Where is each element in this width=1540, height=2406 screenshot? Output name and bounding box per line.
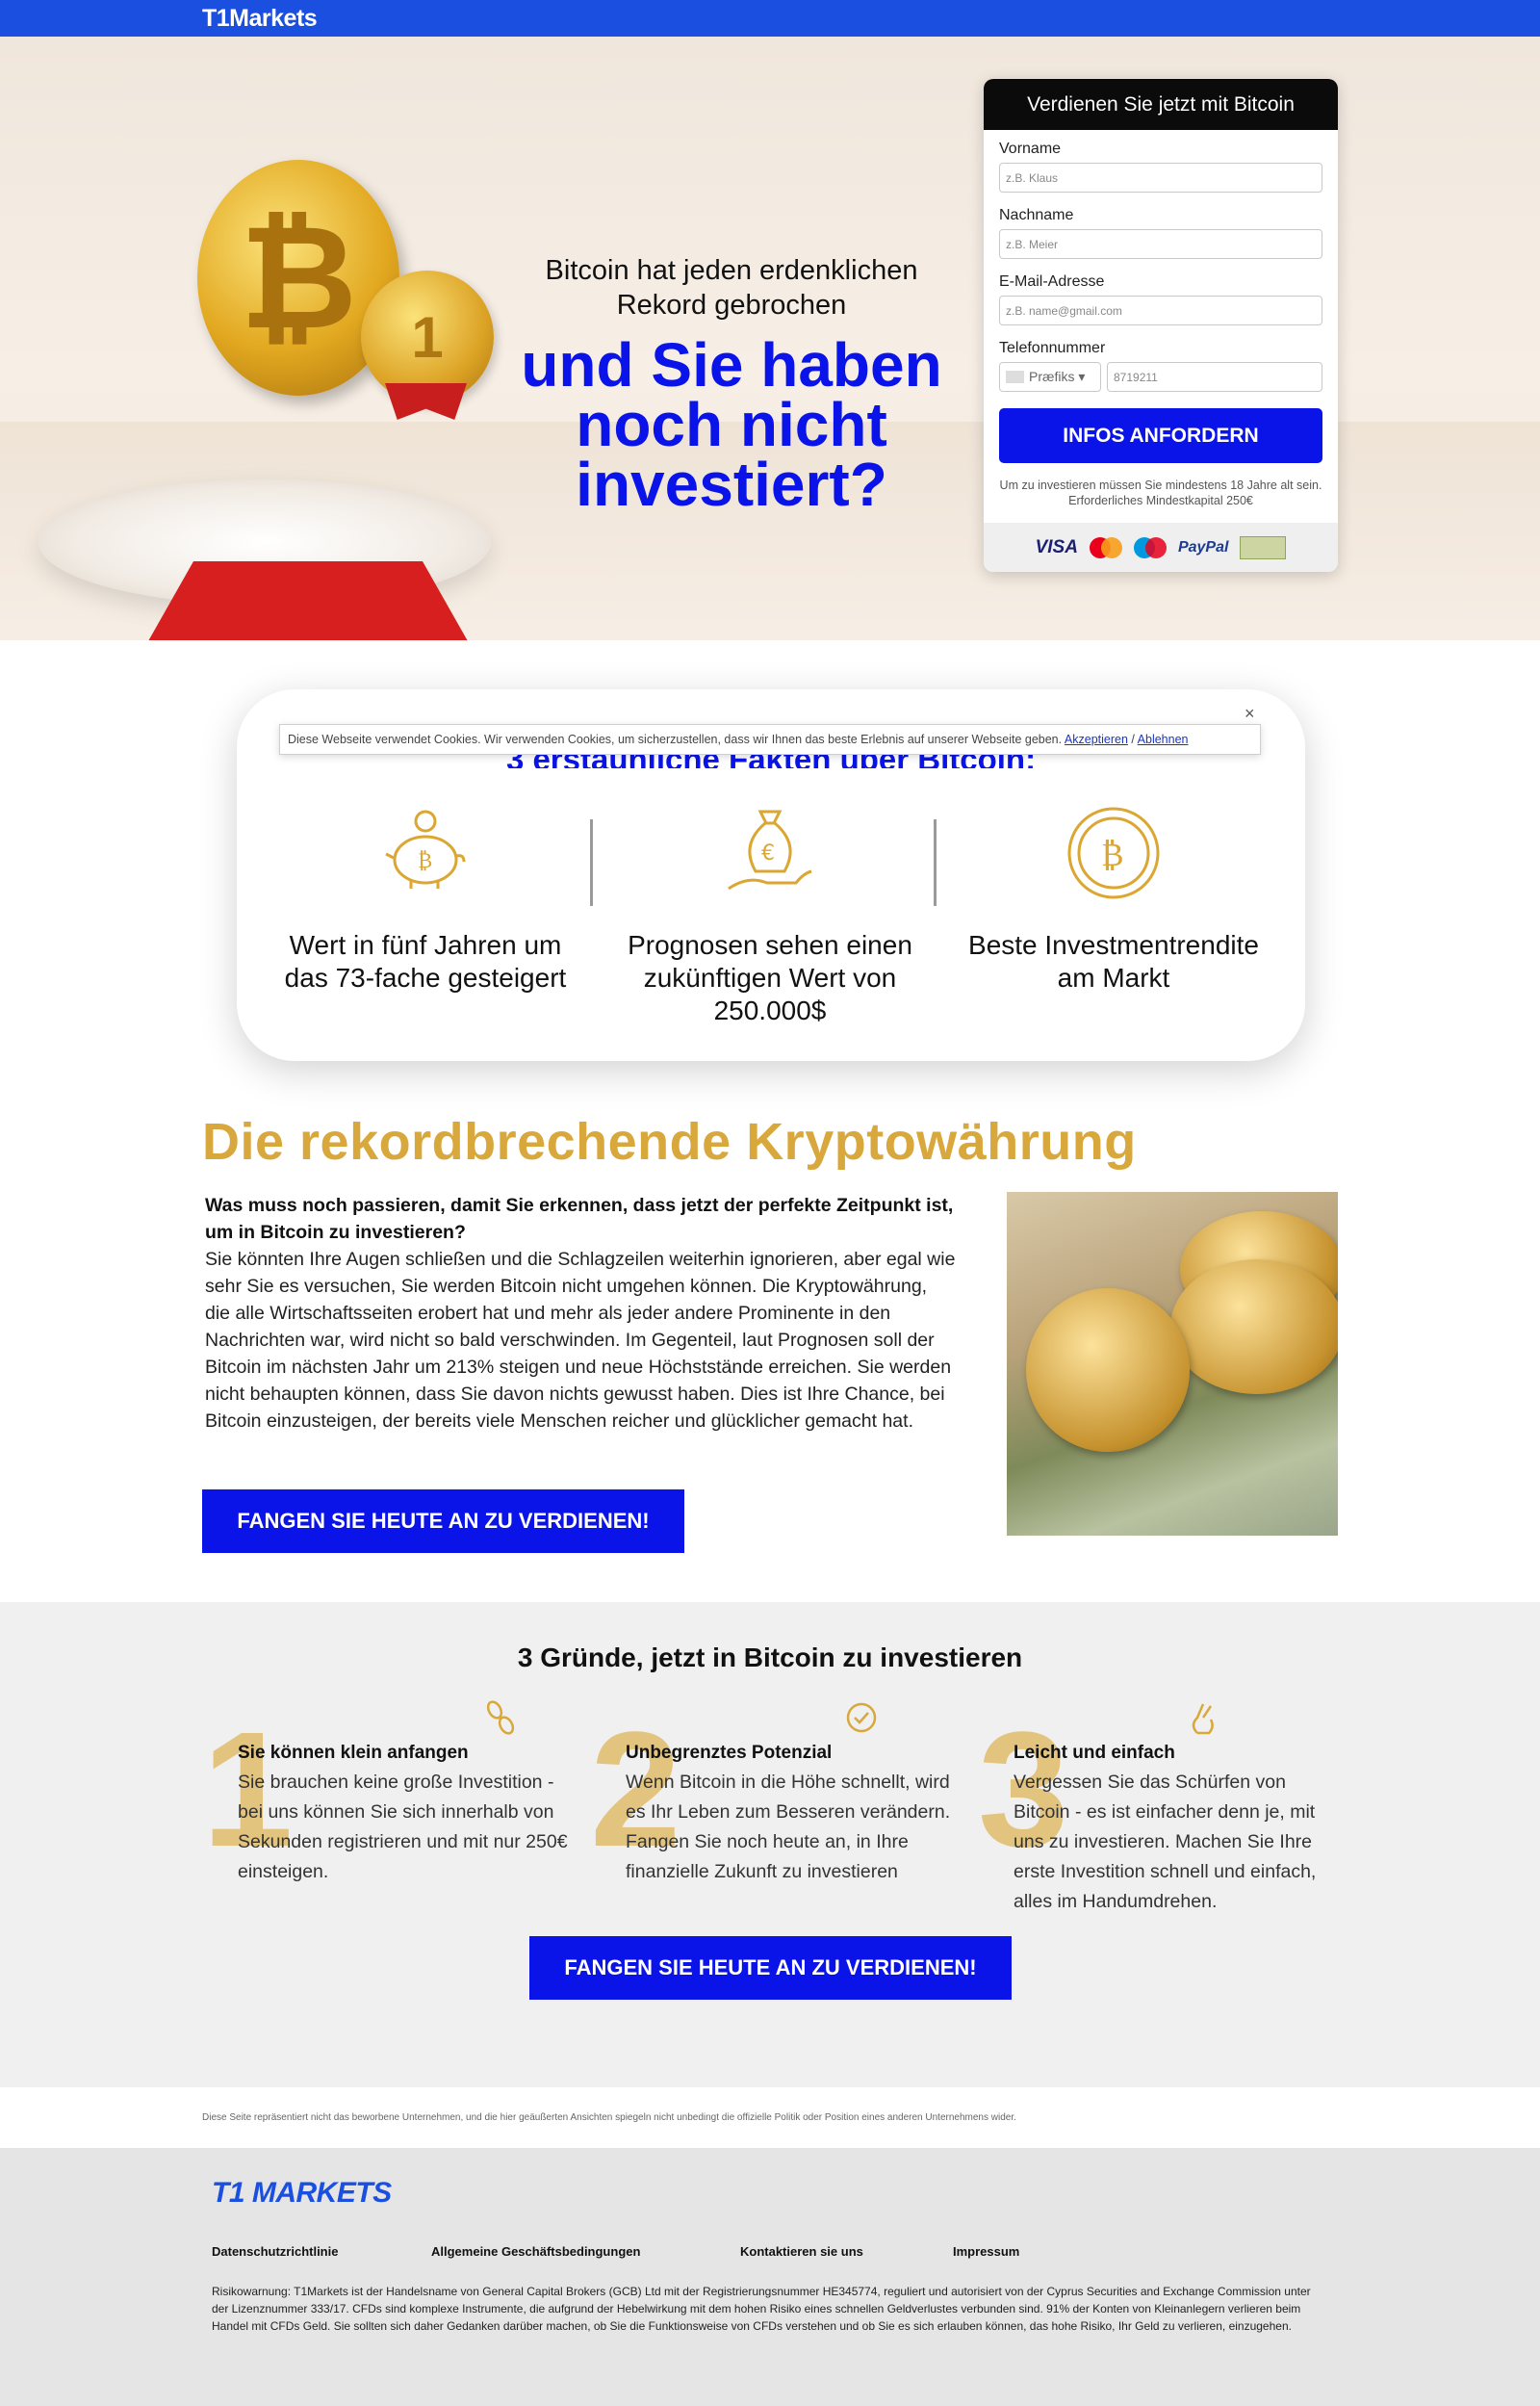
svg-text:₿: ₿ (1101, 836, 1124, 874)
reason-text: Vergessen Sie das Schürfen von Bitcoin -… (1014, 1772, 1317, 1912)
record-section-title: Die rekordbrechende Kryptowährung (202, 1113, 1137, 1171)
paypal-icon: PayPal (1177, 538, 1229, 556)
form-title: Verdienen Sie jetzt mit Bitcoin (984, 79, 1338, 130)
reason-item: 2 Unbegrenztes Potenzial Wenn Bitcoin in… (590, 1698, 956, 1920)
svg-text:₿: ₿ (418, 849, 432, 873)
footer-link-imprint[interactable]: Impressum (953, 2244, 1019, 2259)
medal-number: 1 (411, 304, 444, 370)
flag-icon (1006, 371, 1024, 383)
cta-button-start-earning[interactable]: FANGEN SIE HEUTE AN ZU VERDIENEN! (202, 1489, 684, 1553)
cookie-separator: / (1127, 733, 1138, 746)
request-info-button[interactable]: INFOS ANFORDERN (999, 408, 1322, 463)
footer-link-contact[interactable]: Kontaktieren sie uns (740, 2244, 863, 2259)
fact-item: ₿ Beste Investmentrendite am Markt (955, 800, 1272, 995)
fact-text: Wert in fünf Jahren um das 73-fache gest… (284, 930, 567, 993)
cookie-accept-link[interactable]: Akzeptieren (1065, 733, 1128, 746)
phone-input[interactable]: 8719211 (1107, 362, 1322, 392)
payment-methods: VISA PayPal (984, 523, 1338, 572)
reasons-title: 3 Gründe, jetzt in Bitcoin zu investiere… (517, 1643, 1023, 1672)
close-icon[interactable]: × (1245, 704, 1255, 724)
first-name-label: Vorname (999, 141, 1062, 157)
cookie-banner: Diese Webseite verwendet Cookies. Wir ve… (279, 724, 1261, 755)
fact-item: € Prognosen sehen einen zukünftigen Wert… (611, 800, 929, 1027)
bitcoin-coins-photo (1007, 1192, 1338, 1536)
phone-label: Telefonnummer (999, 340, 1106, 356)
cookie-decline-link[interactable]: Ablehnen (1138, 733, 1189, 746)
reason-text: Wenn Bitcoin in die Höhe schnellt, wird … (626, 1772, 951, 1882)
top-bar: T1Markets (0, 0, 1540, 37)
email-label: E-Mail-Adresse (999, 273, 1105, 290)
hero-headline: und Sie haben noch nicht investiert? (521, 330, 942, 519)
fact-text: Beste Investmentrendite am Markt (968, 930, 1259, 993)
footer-logo[interactable]: T1 MARKETS (212, 2177, 392, 2210)
footer: T1 MARKETS Datenschutzrichtlinie Allgeme… (0, 2148, 1540, 2406)
maestro-icon (1133, 536, 1167, 558)
record-question: Was muss noch passieren, damit Sie erken… (205, 1195, 954, 1243)
footer-link-terms[interactable]: Allgemeine Geschäftsbedingungen (431, 2244, 640, 2259)
record-body-text: Sie könnten Ihre Augen schließen und die… (205, 1249, 956, 1432)
reason-text: Sie brauchen keine große Investition - b… (238, 1772, 568, 1882)
coins-icon (481, 1698, 520, 1737)
email-input[interactable]: z.B. name@gmail.com (999, 296, 1322, 325)
reason-heading: Sie können klein anfangen (238, 1743, 469, 1763)
form-disclaimer: Um zu investieren müssen Sie mindestens … (999, 479, 1322, 507)
fact-divider (590, 819, 593, 906)
visa-icon: VISA (1035, 536, 1078, 557)
mastercard-icon (1089, 536, 1122, 558)
prefix-label: Præfiks ▾ (1029, 369, 1086, 384)
fact-divider (934, 819, 937, 906)
risk-warning: Risikowarnung: T1Markets ist der Handels… (212, 2285, 1311, 2333)
last-name-input[interactable]: z.B. Meier (999, 229, 1322, 259)
last-name-label: Nachname (999, 207, 1074, 223)
brand-logo[interactable]: T1Markets (202, 5, 318, 33)
reason-item: 3 Leicht und einfach Vergessen Sie das S… (978, 1698, 1344, 1920)
fact-item: ₿ Wert in fünf Jahren um das 73-fache ge… (267, 800, 584, 995)
fact-text: Prognosen sehen einen zukünftigen Wert v… (628, 930, 912, 1025)
fingers-crossed-icon (1184, 1698, 1222, 1737)
signup-form: Verdienen Sie jetzt mit Bitcoin Vorname … (984, 79, 1338, 572)
medal-ribbon-image (385, 383, 467, 420)
footer-link-privacy[interactable]: Datenschutzrichtlinie (212, 2244, 338, 2259)
reason-heading: Leicht und einfach (1014, 1743, 1175, 1763)
money-bag-hand-icon: € (717, 800, 823, 906)
cookie-text: Diese Webseite verwendet Cookies. Wir ve… (288, 733, 1065, 746)
cta-button-start-earning[interactable]: FANGEN SIE HEUTE AN ZU VERDIENEN! (529, 1936, 1012, 2000)
red-carpet-image (144, 561, 472, 640)
affiliation-note: Diese Seite repräsentiert nicht das bewo… (202, 2112, 1016, 2123)
bitcoin-coin-icon: ₿ (1061, 800, 1167, 906)
svg-text:€: € (761, 841, 775, 866)
first-name-input[interactable]: z.B. Klaus (999, 163, 1322, 193)
reason-heading: Unbegrenztes Potenzial (626, 1743, 833, 1763)
hero-subline: Bitcoin hat jeden erdenklichen Rekord ge… (545, 255, 918, 321)
phone-prefix-select[interactable]: Præfiks ▾ (999, 362, 1101, 392)
piggy-bank-bitcoin-icon: ₿ (372, 800, 478, 906)
reasons-section: 3 Gründe, jetzt in Bitcoin zu investiere… (0, 1602, 1540, 2087)
reason-item: 1 Sie können klein anfangen Sie brauchen… (202, 1698, 568, 1920)
bank-transfer-icon (1240, 535, 1287, 559)
badge-check-icon (842, 1698, 881, 1737)
